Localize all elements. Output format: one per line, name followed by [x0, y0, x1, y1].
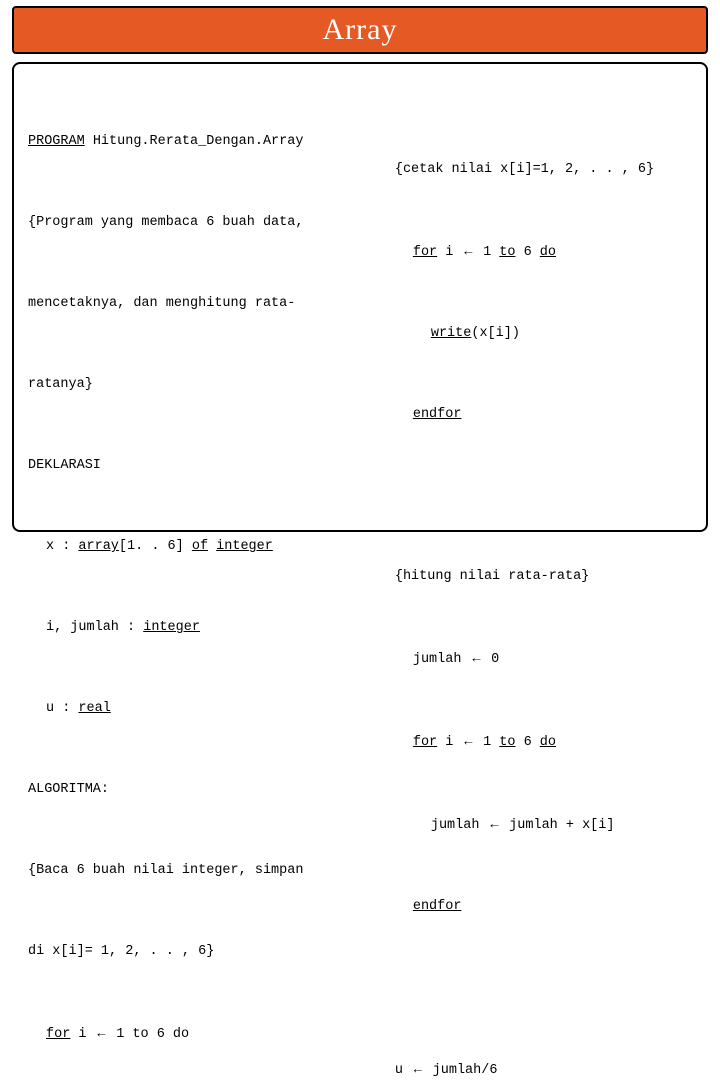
code-line: for i ← 1 to 6 do — [395, 237, 692, 266]
arrow-icon: ← — [461, 733, 475, 748]
code-line: PROGRAM Hitung.Rerata_Dengan.Array — [28, 128, 377, 155]
code-line: DEKLARASI — [28, 452, 377, 479]
text: 1 to 6 do — [108, 1027, 189, 1042]
code-line: for i ← 1 to 6 do — [395, 727, 692, 756]
text: x : — [46, 539, 78, 554]
text: Hitung.Rerata_Dengan.Array — [85, 134, 304, 149]
text: jumlah — [431, 818, 488, 833]
keyword-for: for — [413, 735, 437, 750]
keyword-for: for — [413, 245, 437, 260]
text: i — [70, 1027, 94, 1042]
keyword-endfor: endfor — [413, 407, 462, 422]
code-line: {Baca 6 buah nilai integer, simpan — [28, 857, 377, 884]
slide-title: Array — [323, 13, 398, 47]
text — [208, 539, 216, 554]
code-line: {Program yang membaca 6 buah data, — [28, 209, 377, 236]
code-line: for i ← 1 to 6 do — [28, 1019, 377, 1048]
keyword-do: do — [540, 245, 556, 260]
keyword-write: write — [431, 326, 472, 341]
blank-line — [395, 482, 692, 509]
keyword-integer: integer — [143, 620, 200, 635]
keyword-endfor: endfor — [413, 899, 462, 914]
code-line: ratanya} — [28, 371, 377, 398]
keyword-to: to — [499, 735, 515, 750]
text: 1 — [475, 245, 499, 260]
code-line: u ← jumlah/6 — [395, 1055, 692, 1080]
code-line: x : array[1. . 6] of integer — [28, 533, 377, 560]
text: jumlah/6 — [425, 1063, 498, 1078]
keyword-array: array — [78, 539, 119, 554]
keyword-do: do — [540, 735, 556, 750]
text: i, jumlah : — [46, 620, 143, 635]
code-line: jumlah ← 0 — [395, 644, 692, 673]
arrow-icon: ← — [411, 1061, 425, 1076]
arrow-icon: ← — [488, 816, 502, 831]
code-line: u : real — [28, 695, 377, 722]
content-box: PROGRAM Hitung.Rerata_Dengan.Array {Prog… — [12, 62, 708, 532]
left-column: PROGRAM Hitung.Rerata_Dengan.Array {Prog… — [28, 74, 377, 520]
code-line: endfor — [395, 401, 692, 428]
code-line: ALGORITMA: — [28, 776, 377, 803]
text: i — [437, 245, 461, 260]
right-column: {cetak nilai x[i]=1, 2, . . , 6} for i ←… — [395, 74, 692, 520]
text: i — [437, 735, 461, 750]
keyword-to: to — [499, 245, 515, 260]
text: 6 — [515, 735, 539, 750]
text: jumlah — [413, 652, 470, 667]
text: 0 — [483, 652, 499, 667]
arrow-icon: ← — [470, 650, 484, 665]
text: 6 — [515, 245, 539, 260]
code-line: {cetak nilai x[i]=1, 2, . . , 6} — [395, 156, 692, 183]
text: jumlah + x[i] — [501, 818, 614, 833]
code-line: {hitung nilai rata-rata} — [395, 563, 692, 590]
keyword-of: of — [192, 539, 208, 554]
keyword-integer: integer — [216, 539, 273, 554]
text: 1 — [475, 735, 499, 750]
code-line: jumlah ← jumlah + x[i] — [395, 810, 692, 839]
arrow-icon: ← — [461, 243, 475, 258]
code-line: write(x[i]) — [395, 320, 692, 347]
slide: Array PROGRAM Hitung.Rerata_Dengan.Array… — [0, 0, 720, 540]
keyword-for: for — [46, 1027, 70, 1042]
code-line: endfor — [395, 893, 692, 920]
title-bar: Array — [12, 6, 708, 54]
code-line: i, jumlah : integer — [28, 614, 377, 641]
text: (x[i]) — [471, 326, 520, 341]
text: u — [395, 1063, 411, 1078]
keyword-program: PROGRAM — [28, 134, 85, 149]
text: u : — [46, 701, 78, 716]
code-line: mencetaknya, dan menghitung rata- — [28, 290, 377, 317]
text: [1. . 6] — [119, 539, 192, 554]
blank-line — [395, 974, 692, 1001]
keyword-real: real — [78, 701, 110, 716]
code-line: di x[i]= 1, 2, . . , 6} — [28, 938, 377, 965]
arrow-icon: ← — [95, 1025, 109, 1040]
